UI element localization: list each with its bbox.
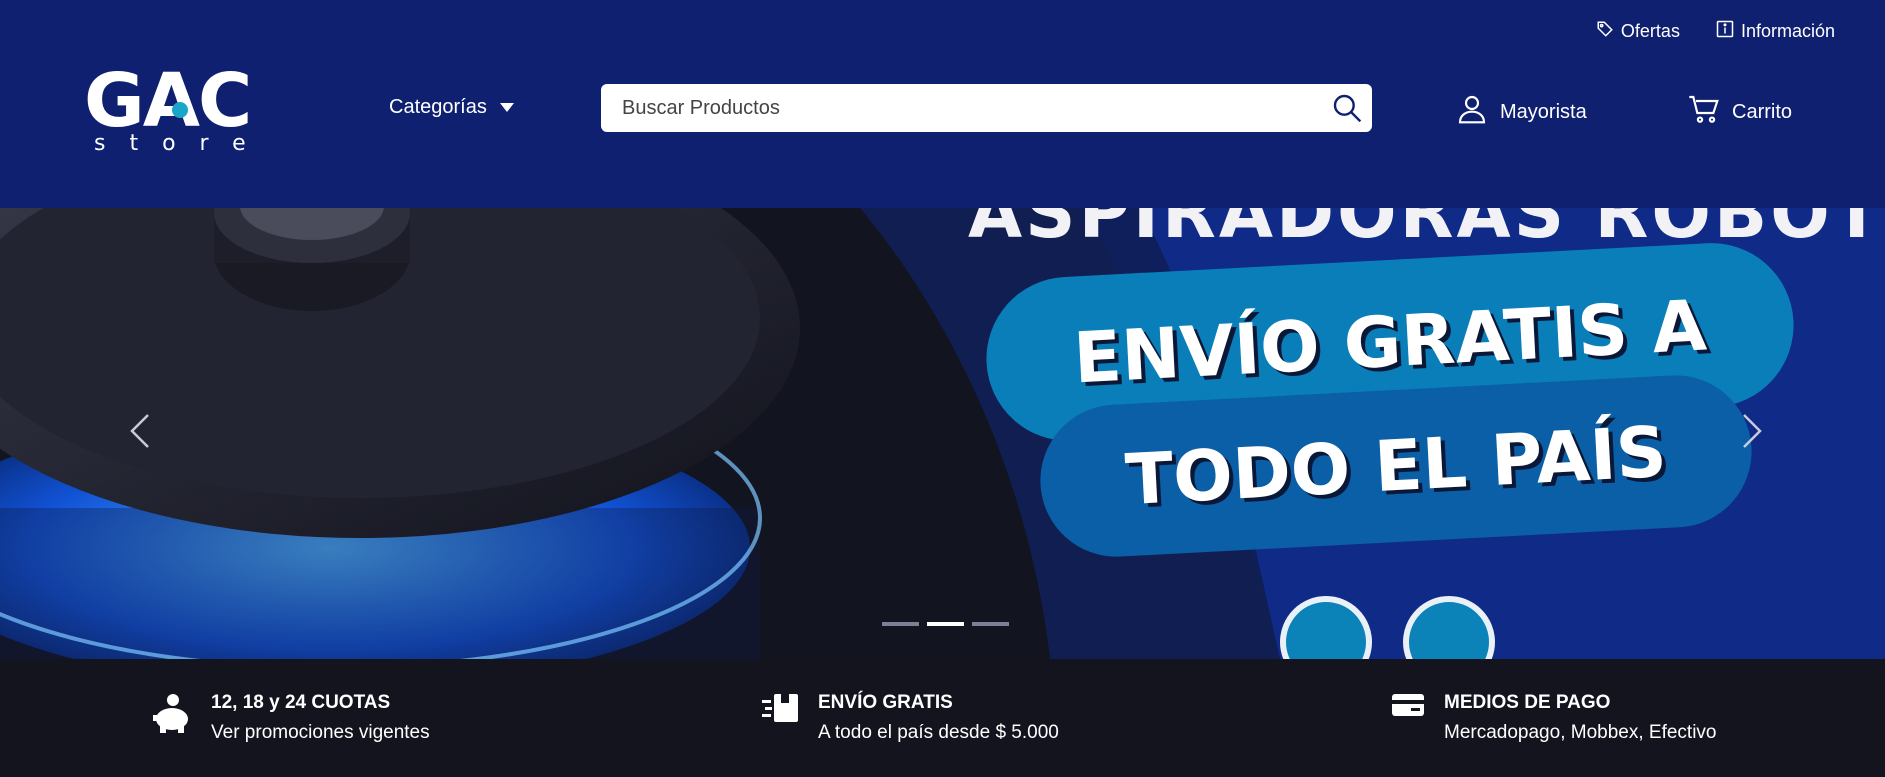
search-icon[interactable]	[1322, 84, 1372, 132]
pago-subtitle: Mercadopago, Mobbex, Efectivo	[1444, 722, 1717, 743]
user-icon	[1456, 93, 1488, 131]
mayorista-label: Mayorista	[1500, 100, 1587, 123]
carousel-dot-1[interactable]	[882, 622, 919, 626]
svg-text:store: store	[94, 131, 270, 154]
carrito-label: Carrito	[1732, 100, 1793, 123]
search-bar	[601, 84, 1372, 132]
categories-menu[interactable]: Categorías	[389, 96, 515, 119]
cart-icon	[1688, 93, 1720, 131]
carousel-indicators	[882, 622, 1009, 626]
ofertas-label: Ofertas	[1620, 21, 1680, 41]
chevron-left-icon	[129, 413, 151, 454]
site-header: Ofertas Información GAC store Categorías	[0, 0, 1885, 208]
fast-delivery-icon	[762, 692, 798, 729]
hero-carousel: ASPIRADORAS ROBOT ENVÍO GRATIS A TODO EL…	[0, 208, 1885, 659]
categories-label: Categorías	[389, 96, 487, 118]
pago-info[interactable]: MEDIOS DE PAGO Mercadopago, Mobbex, Efec…	[1392, 692, 1717, 744]
info-icon	[1716, 20, 1734, 43]
carousel-dot-3[interactable]	[972, 622, 1009, 626]
info-bar: 12, 18 y 24 CUOTAS Ver promociones vigen…	[0, 659, 1885, 777]
credit-card-icon	[1392, 692, 1424, 723]
hero-title: ASPIRADORAS ROBOT	[968, 208, 1884, 254]
carrito-link[interactable]: Carrito	[1688, 93, 1792, 131]
informacion-label: Información	[1740, 21, 1835, 41]
envio-info[interactable]: ENVÍO GRATIS A todo el país desde $ 5.00…	[762, 692, 1059, 744]
carousel-prev-button[interactable]	[120, 408, 160, 458]
gac-store-logo[interactable]: GAC store	[84, 58, 274, 156]
cuotas-title: 12, 18 y 24 CUOTAS	[211, 692, 391, 713]
chevron-right-icon	[1741, 413, 1763, 454]
cuotas-subtitle: Ver promociones vigentes	[211, 722, 430, 743]
envio-title: ENVÍO GRATIS	[818, 692, 953, 713]
informacion-link[interactable]: Información	[1716, 20, 1835, 43]
pago-title: MEDIOS DE PAGO	[1444, 692, 1611, 713]
tag-icon	[1596, 20, 1614, 43]
search-input[interactable]	[601, 84, 1322, 132]
carousel-next-button[interactable]	[1732, 408, 1772, 458]
piggy-bank-icon	[153, 692, 191, 739]
ofertas-link[interactable]: Ofertas	[1596, 20, 1680, 43]
mayorista-link[interactable]: Mayorista	[1456, 93, 1587, 131]
cuotas-info[interactable]: 12, 18 y 24 CUOTAS Ver promociones vigen…	[153, 692, 430, 744]
top-links: Ofertas Información	[1596, 20, 1835, 43]
caret-down-icon	[499, 96, 515, 119]
carousel-dot-2[interactable]	[927, 622, 964, 626]
envio-subtitle: A todo el país desde $ 5.000	[818, 722, 1059, 743]
